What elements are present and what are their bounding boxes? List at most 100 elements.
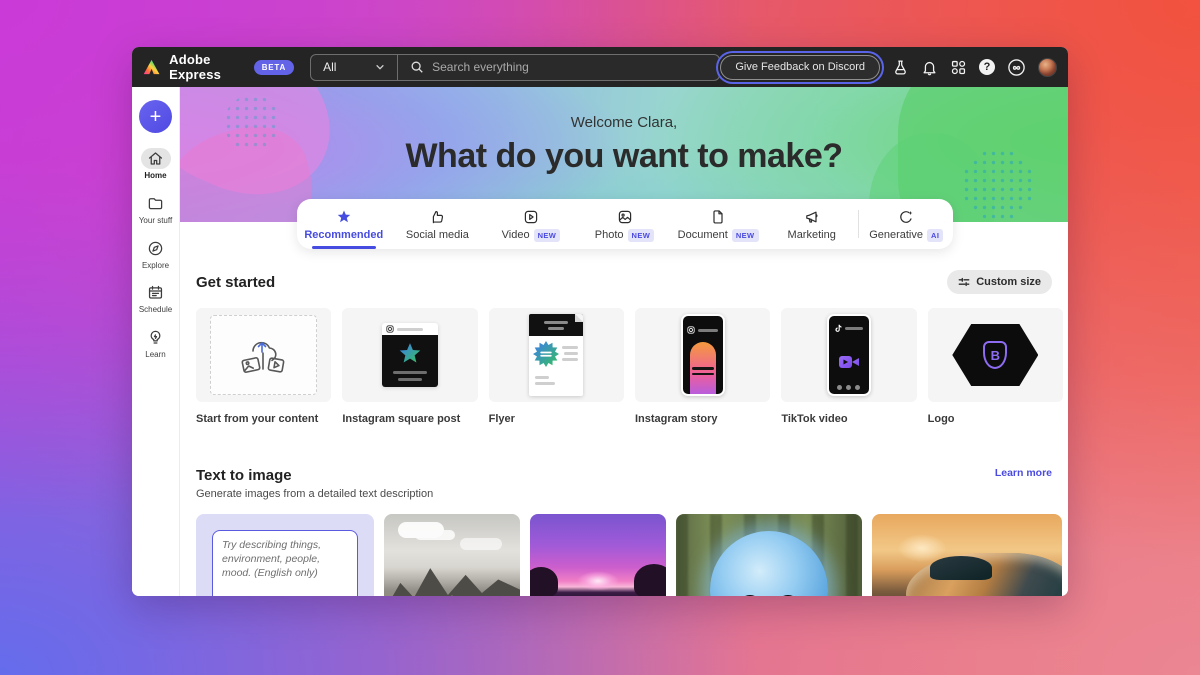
instagram-story-illustration [681,314,725,396]
left-sidebar: + Home Your stuff Explore [132,87,180,596]
instagram-post-illustration [382,323,438,387]
sidebar-item-explore[interactable]: Explore [132,238,179,271]
video-play-icon [523,209,539,225]
tree-silhouette [634,564,666,596]
folder-icon [147,195,164,212]
get-started-cards: Start from your content [196,308,1068,425]
placeholder-line [398,378,422,381]
sun-glow [570,568,626,594]
card-start-from-content: Start from your content [196,308,331,425]
item-pill [141,282,171,303]
brand: Adobe Express BETA [143,52,294,82]
mountain-peaks [384,556,520,596]
card-label: Flyer [489,413,624,425]
placeholder-line [535,376,549,379]
upload-cloud-icon [233,329,295,381]
category-tab-bar: Recommended Social media VideoNEW PhotoN… [297,199,953,249]
plus-icon: + [150,107,162,127]
upload-dropzone-illustration [210,315,317,395]
flyer-card[interactable] [489,308,624,402]
card-flyer: Flyer [489,308,624,425]
tab-video[interactable]: VideoNEW [484,199,578,249]
placeholder-line [564,352,578,355]
top-bar-actions: Give Feedback on Discord ? [720,55,1057,80]
card-label: Instagram square post [342,413,477,425]
tiktok-note-icon [833,324,842,333]
tiktok-video-card[interactable] [781,308,916,402]
placeholder-line [692,367,714,370]
lightbulb-icon [147,329,164,346]
tab-label: Generative [869,229,923,241]
logo-card[interactable]: B [928,308,1063,402]
item-pill [141,327,171,348]
sample-image-purple-sunset-lake[interactable] [530,514,666,596]
get-started-header: Get started Custom size [196,270,1068,294]
calendar-icon [147,284,164,301]
gradient-arch [690,342,716,396]
sidebar-item-home[interactable]: Home [132,148,179,181]
banner-headline: What do you want to make? [180,137,1068,176]
tiktok-header [833,324,865,333]
greeting-text: Welcome Clara, [180,114,1068,131]
creative-cloud-icon[interactable] [1007,58,1026,77]
sample-image-futuristic-car[interactable] [872,514,1062,596]
text-to-image-titles: Text to image Generate images from a det… [196,467,433,500]
sliders-icon [958,276,970,288]
start-from-content-card[interactable] [196,308,331,402]
tab-marketing[interactable]: Marketing [765,199,859,249]
search-icon [410,60,424,74]
post-header [382,323,438,335]
sidebar-item-learn[interactable]: Learn [132,327,179,360]
item-pill [141,238,171,259]
get-started-heading: Get started [196,274,275,291]
tab-photo[interactable]: PhotoNEW [578,199,672,249]
instagram-story-card[interactable] [635,308,770,402]
active-item-pill [141,148,171,169]
search-scope-dropdown[interactable]: All [311,55,397,80]
new-badge: NEW [628,229,655,242]
desktop-background: Adobe Express BETA All Give Feedback on … [0,0,1200,675]
prompt-input[interactable] [212,530,358,596]
notifications-bell-icon[interactable] [921,59,938,76]
sidebar-item-schedule[interactable]: Schedule [132,282,179,315]
search-input[interactable] [432,60,707,74]
tab-generative[interactable]: Generative AI [859,199,953,249]
video-camera-icon [838,353,860,371]
tab-document[interactable]: DocumentNEW [671,199,765,249]
main-content: Get started Custom size [180,222,1068,596]
search-field-wrap [398,60,719,74]
instagram-square-post-card[interactable] [342,308,477,402]
star-icon [336,209,352,225]
ai-badge: AI [927,229,943,242]
megaphone-icon [804,209,820,225]
card-label: Logo [928,413,1063,425]
sample-image-blue-fluffy-creature[interactable] [676,514,862,596]
app-title: Adobe Express [169,52,245,82]
tab-social-media[interactable]: Social media [391,199,485,249]
card-tiktok-video: TikTok video [781,308,916,425]
experiments-flask-icon[interactable] [892,59,909,76]
instagram-icon [386,325,394,333]
help-icon[interactable]: ? [979,59,995,75]
card-logo: B Logo [928,308,1063,425]
text-to-image-header: Text to image Generate images from a det… [196,467,1068,500]
placeholder-line [698,329,718,332]
tab-recommended[interactable]: Recommended [297,199,391,249]
custom-size-button[interactable]: Custom size [947,270,1052,294]
logo-illustration: B [952,324,1038,386]
card-instagram-square-post: Instagram square post [342,308,477,425]
create-new-button[interactable]: + [139,100,172,133]
give-feedback-discord-button[interactable]: Give Feedback on Discord [720,55,880,80]
carousel-dots [829,385,869,390]
apps-grid-icon[interactable] [950,59,967,76]
sidebar-item-your-stuff[interactable]: Your stuff [132,193,179,226]
card-label: TikTok video [781,413,916,425]
card-label: Instagram story [635,413,770,425]
learn-more-link[interactable]: Learn more [995,467,1052,479]
user-avatar[interactable] [1038,58,1057,77]
story-header [687,326,719,334]
sample-image-bw-mountains[interactable] [384,514,520,596]
chevron-down-icon [375,62,385,72]
tiktok-video-illustration [827,314,871,396]
instagram-icon [687,326,695,334]
